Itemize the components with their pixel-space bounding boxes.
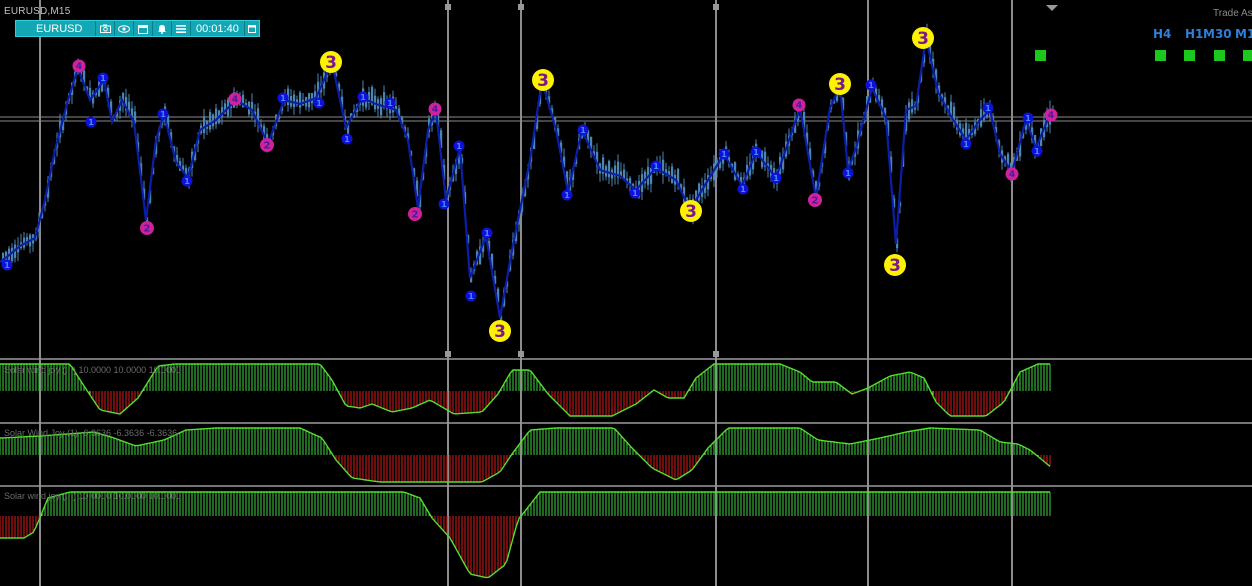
camera-icon[interactable] xyxy=(96,21,115,36)
wave-marker-3-label: 3 xyxy=(325,53,337,73)
candle-body xyxy=(911,99,914,113)
chart-symbol-title: EURUSD,M15 xyxy=(4,6,71,17)
wave-marker-1-label: 1 xyxy=(721,150,727,159)
candle-body xyxy=(203,116,206,134)
grid-handle xyxy=(445,4,451,10)
one-click-toolbar[interactable]: EURUSD 00:01:40 xyxy=(15,20,260,37)
wave-marker-3-label: 3 xyxy=(537,71,549,91)
grid-handle xyxy=(713,4,719,10)
grid-handle xyxy=(518,4,524,10)
wave-marker-1-label: 1 xyxy=(632,189,638,198)
wave-marker-3-label: 3 xyxy=(889,256,901,276)
wave-marker-4-label: 4 xyxy=(232,95,238,105)
chart-grid xyxy=(0,0,1252,586)
chart-shift-marker xyxy=(1046,5,1058,11)
wave-markers: 3 3 3 3 3 3 3 2 2 2 2 4 4 4 4 4 4 1 1 1 1 1 1 1 1 1 1 1 1 1 1 1 1 1 1 1 1 1 1 1… xyxy=(1,27,1058,342)
wave-marker-4-label: 4 xyxy=(1009,170,1015,180)
menu-icon[interactable] xyxy=(172,21,191,36)
wave-marker-1-label: 1 xyxy=(845,169,851,178)
wave-marker-1-label: 1 xyxy=(360,93,366,102)
oscillator-histograms xyxy=(0,363,1051,579)
wave-marker-2-label: 2 xyxy=(144,224,151,235)
wave-marker-1-label: 1 xyxy=(653,162,659,171)
signal-status-box-m30 xyxy=(1214,50,1225,61)
wave-marker-1-label: 1 xyxy=(868,81,874,90)
wave-marker-1-label: 1 xyxy=(985,104,991,113)
wave-marker-1-label: 1 xyxy=(753,148,759,157)
wave-marker-1-label: 1 xyxy=(773,174,779,183)
panel3-line xyxy=(0,491,1050,579)
candle-body xyxy=(293,94,296,108)
calendar-icon[interactable] xyxy=(134,21,153,36)
indicator-label-2: Solar Wind Joy (1) -6.3636 -6.3636 -6.36… xyxy=(4,428,178,438)
toolbar-symbol[interactable]: EURUSD xyxy=(16,21,96,36)
signal-status-box-h4 xyxy=(1155,50,1166,61)
candle-body xyxy=(650,167,653,184)
timeframe-label-h1: H1 xyxy=(1185,27,1204,41)
wave-marker-1-label: 1 xyxy=(184,177,190,186)
bell-icon[interactable] xyxy=(153,21,172,36)
wave-marker-4-label: 4 xyxy=(1048,111,1054,121)
wave-marker-1-label: 1 xyxy=(160,110,166,119)
toolbar-timer: 00:01:40 xyxy=(191,21,245,36)
timeframe-label-h4: H4 xyxy=(1153,27,1172,41)
timeframe-label-m30: M30 xyxy=(1203,27,1232,41)
wave-marker-1-label: 1 xyxy=(484,229,490,238)
wave-marker-1-label: 1 xyxy=(564,191,570,200)
close-icon[interactable] xyxy=(245,21,259,36)
candle-body xyxy=(215,108,218,125)
indicator-label-3: Solar wind joy (...) 10.0000 10.0000 10.… xyxy=(4,491,182,501)
candle-body xyxy=(608,160,611,178)
wave-marker-2-label: 2 xyxy=(264,141,271,152)
candle-body xyxy=(209,112,212,130)
wave-marker-1-label: 1 xyxy=(456,142,462,151)
wave-marker-1-label: 1 xyxy=(580,126,586,135)
wave-marker-1-label: 1 xyxy=(387,99,393,108)
candle-body xyxy=(380,98,383,116)
price-chart[interactable]: 3 3 3 3 3 3 3 2 2 2 2 4 4 4 4 4 4 1 1 1 1 1 1 1 1 1 1 1 1 1 1 1 1 1 1 1 1 1 1 1… xyxy=(0,0,1252,586)
grid-handle xyxy=(445,351,451,357)
grid-handle xyxy=(518,351,524,357)
wave-marker-1-label: 1 xyxy=(740,185,746,194)
indicator-label-1: Solar wind joy (...) 10.0000 10.0000 10.… xyxy=(4,365,182,375)
wave-marker-1-label: 1 xyxy=(4,261,10,270)
candle-body xyxy=(299,92,302,108)
wave-marker-1-label: 1 xyxy=(1025,114,1031,123)
wave-marker-1-label: 1 xyxy=(1034,147,1040,156)
grid-handle xyxy=(713,351,719,357)
candle-body xyxy=(671,166,674,184)
wave-marker-3-label: 3 xyxy=(685,202,697,222)
trade-assistant-title: Trade As xyxy=(1213,8,1252,19)
signal-status-box-h1 xyxy=(1184,50,1195,61)
wave-marker-4-label: 4 xyxy=(432,105,438,115)
timeframe-label-m15: M15 xyxy=(1235,27,1252,41)
wave-marker-4-label: 4 xyxy=(796,101,802,111)
signal-status-box xyxy=(1035,50,1046,61)
wave-marker-1-label: 1 xyxy=(88,118,94,127)
wave-marker-3-label: 3 xyxy=(834,75,846,95)
eye-icon[interactable] xyxy=(115,21,134,36)
wave-marker-1-label: 1 xyxy=(344,135,350,144)
wave-marker-1-label: 1 xyxy=(963,140,969,149)
wave-marker-1-label: 1 xyxy=(280,94,286,103)
wave-marker-1-label: 1 xyxy=(316,99,322,108)
wave-marker-3-label: 3 xyxy=(917,29,929,49)
signal-status-box-m15 xyxy=(1243,50,1252,61)
wave-marker-2-label: 2 xyxy=(412,210,419,221)
wave-marker-1-label: 1 xyxy=(468,292,474,301)
wave-marker-1-label: 1 xyxy=(441,200,447,209)
wave-marker-1-label: 1 xyxy=(100,74,106,83)
wave-marker-3-label: 3 xyxy=(494,322,506,342)
wave-marker-2-label: 2 xyxy=(812,196,819,207)
wave-marker-4-label: 4 xyxy=(76,62,82,72)
candle-body xyxy=(908,102,911,120)
